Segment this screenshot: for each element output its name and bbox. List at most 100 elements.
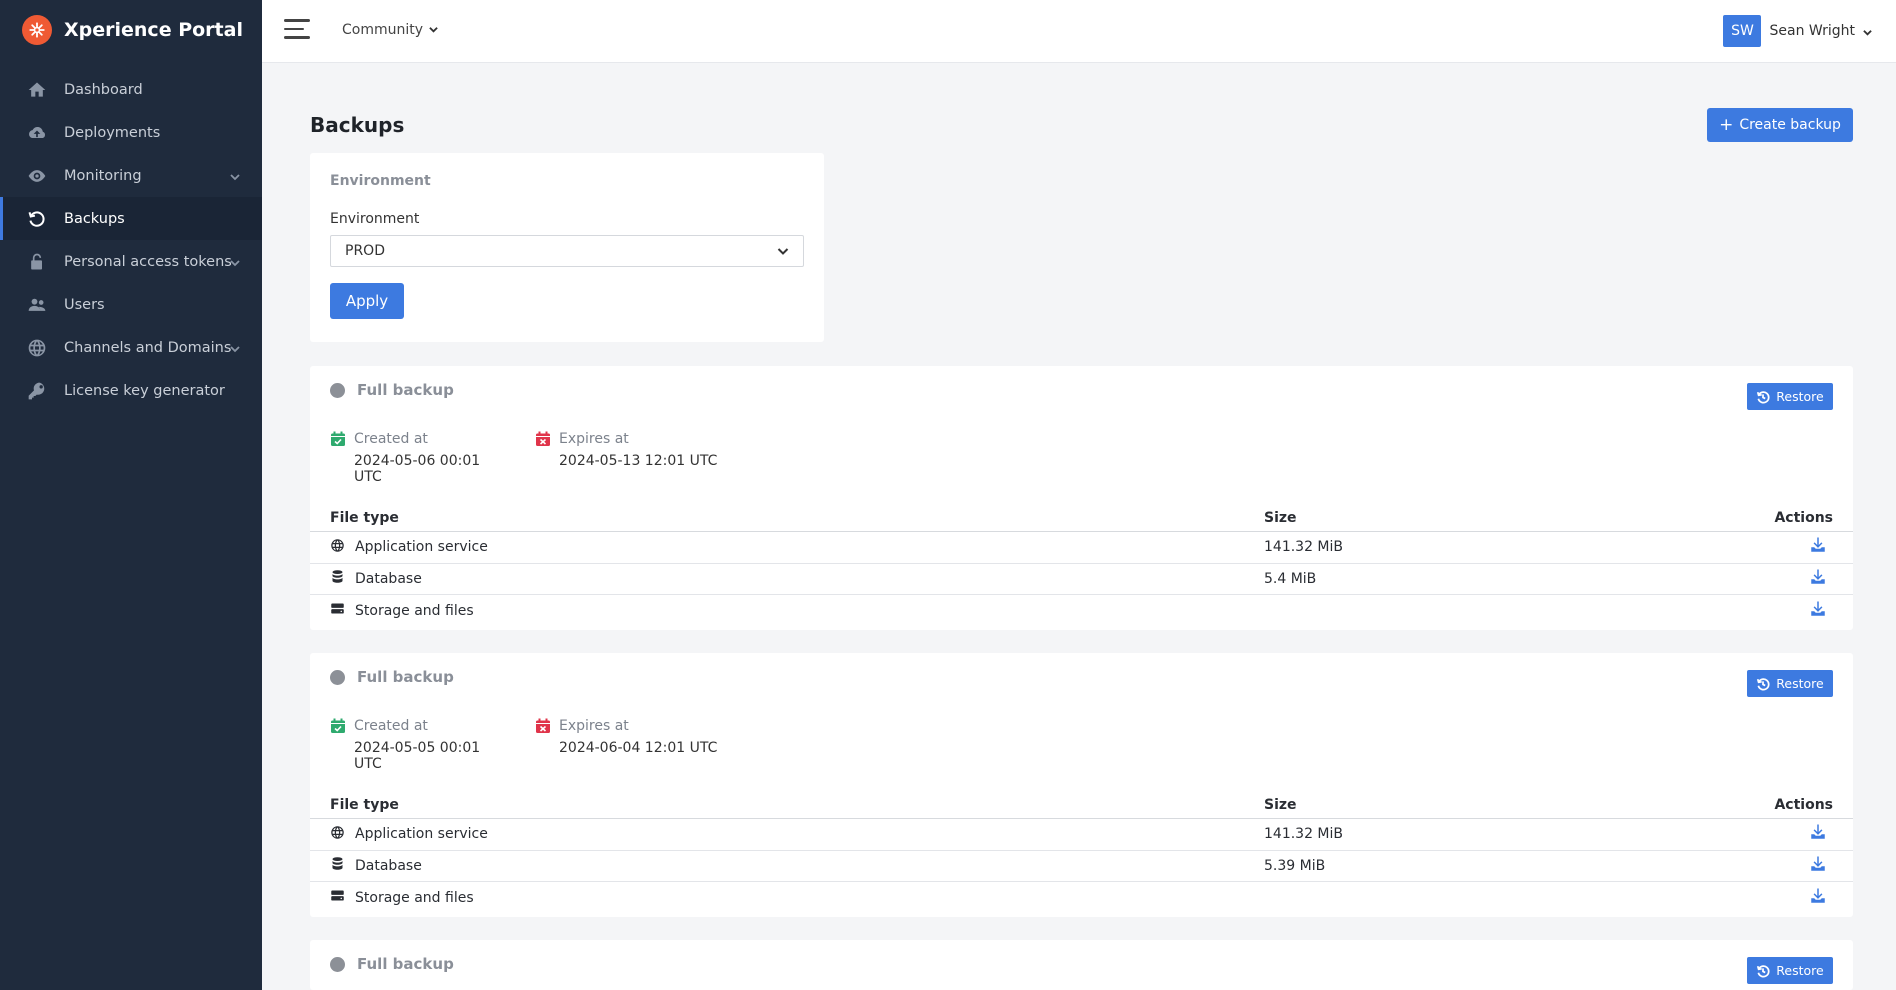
- file-type-label: Database: [355, 570, 422, 587]
- chevron-down-icon: [230, 170, 240, 181]
- brand[interactable]: Xperience Portal: [0, 0, 262, 60]
- column-actions: Actions: [1774, 509, 1833, 526]
- backup-dates: Created at 2024-05-06 00:01 UTC Expires …: [330, 431, 717, 485]
- sidebar-item-users[interactable]: Users: [0, 283, 262, 326]
- sidebar: Xperience Portal Dashboard Deployments M…: [0, 0, 262, 990]
- files-table: File type Size Actions Application servi…: [310, 791, 1853, 914]
- home-icon: [26, 79, 48, 101]
- restore-label: Restore: [1776, 676, 1824, 691]
- create-backup-label: Create backup: [1739, 117, 1841, 133]
- status-dot-icon: [330, 956, 345, 972]
- avatar: SW: [1723, 15, 1762, 47]
- user-menu[interactable]: SW Sean Wright: [1723, 15, 1872, 47]
- calendar-check-icon: [330, 431, 346, 485]
- chevron-down-icon: [777, 248, 789, 255]
- actions-cell: [1753, 855, 1833, 877]
- expires-value: 2024-05-13 12:01 UTC: [559, 453, 718, 469]
- column-size: Size: [1264, 509, 1297, 526]
- calendar-times-icon: [535, 718, 551, 772]
- backup-header: Full backup: [330, 668, 454, 686]
- history-icon: [1757, 677, 1770, 690]
- backup-title: Full backup: [357, 955, 454, 973]
- column-file-type: File type: [330, 509, 399, 526]
- users-icon: [26, 294, 48, 316]
- restore-button[interactable]: Restore: [1747, 957, 1833, 984]
- create-backup-button[interactable]: + Create backup: [1707, 108, 1853, 142]
- download-icon[interactable]: [1809, 536, 1833, 558]
- menu-toggle-icon[interactable]: [284, 19, 310, 41]
- hdd-icon: [330, 888, 345, 907]
- hdd-icon: [330, 601, 345, 620]
- files-table: File type Size Actions Application servi…: [310, 504, 1853, 627]
- column-size: Size: [1264, 796, 1297, 813]
- table-row: Storage and files: [310, 882, 1853, 914]
- restore-button[interactable]: Restore: [1747, 383, 1833, 410]
- backup-card: Full backup Restore: [310, 940, 1853, 990]
- file-type-label: Application service: [355, 826, 488, 843]
- created-value: 2024-05-05 00:01 UTC: [354, 740, 481, 772]
- expires-at: Expires at 2024-06-04 12:01 UTC: [535, 718, 717, 772]
- sidebar-item-label: Backups: [64, 210, 125, 227]
- sidebar-item-monitoring[interactable]: Monitoring: [0, 154, 262, 197]
- chevron-down-icon: [429, 22, 438, 38]
- restore-button[interactable]: Restore: [1747, 670, 1833, 697]
- file-type-cell: Application service: [330, 538, 1264, 557]
- backup-card: Full backup Restore Created at 2024-05-0…: [310, 653, 1853, 917]
- sidebar-item-deployments[interactable]: Deployments: [0, 111, 262, 154]
- download-icon[interactable]: [1809, 887, 1833, 909]
- sidebar-item-channels-and-domains[interactable]: Channels and Domains: [0, 326, 262, 369]
- calendar-check-icon: [330, 718, 346, 772]
- file-type-cell: Database: [330, 569, 1264, 588]
- sidebar-item-license-key-generator[interactable]: License key generator: [0, 369, 262, 412]
- actions-cell: [1753, 887, 1833, 909]
- table-row: Application service 141.32 MiB: [310, 819, 1853, 851]
- environment-select[interactable]: PROD: [330, 235, 804, 267]
- project-selector[interactable]: Community: [342, 22, 438, 38]
- column-actions: Actions: [1774, 796, 1833, 813]
- apply-button[interactable]: Apply: [330, 283, 404, 319]
- top-bar: Community SW Sean Wright: [262, 0, 1896, 63]
- actions-cell: [1753, 536, 1833, 558]
- sidebar-item-label: Dashboard: [64, 81, 143, 98]
- download-icon[interactable]: [1809, 855, 1833, 877]
- brand-title: Xperience Portal: [64, 19, 243, 41]
- created-label: Created at: [354, 431, 428, 447]
- history-icon: [1757, 964, 1770, 977]
- download-icon[interactable]: [1809, 600, 1833, 622]
- key-icon: [26, 380, 48, 402]
- actions-cell: [1753, 600, 1833, 622]
- file-type-cell: Database: [330, 856, 1264, 875]
- actions-cell: [1753, 568, 1833, 590]
- restore-label: Restore: [1776, 963, 1824, 978]
- filter-heading: Environment: [330, 173, 431, 189]
- file-type-cell: Storage and files: [330, 888, 1264, 907]
- file-type-label: Database: [355, 857, 422, 874]
- sidebar-item-label: Users: [64, 296, 105, 313]
- sidebar-item-label: Personal access tokens: [64, 253, 232, 270]
- file-size: 141.32 MiB: [1264, 539, 1344, 556]
- environment-filter-card: Environment Environment PROD Apply: [310, 153, 824, 342]
- sidebar-item-label: Channels and Domains: [64, 339, 232, 356]
- sidebar-item-personal-access-tokens[interactable]: Personal access tokens: [0, 240, 262, 283]
- sidebar-item-label: License key generator: [64, 382, 225, 399]
- backup-title: Full backup: [357, 381, 454, 399]
- download-icon[interactable]: [1809, 823, 1833, 845]
- column-file-type: File type: [330, 796, 399, 813]
- user-name: Sean Wright: [1769, 23, 1855, 39]
- download-icon[interactable]: [1809, 568, 1833, 590]
- eye-icon: [26, 165, 48, 187]
- backup-dates: Created at 2024-05-05 00:01 UTC Expires …: [330, 718, 717, 772]
- sidebar-item-backups[interactable]: Backups: [0, 197, 262, 240]
- file-type-cell: Storage and files: [330, 601, 1264, 620]
- plus-icon: +: [1719, 114, 1734, 135]
- database-icon: [330, 569, 345, 588]
- created-at: Created at 2024-05-05 00:01 UTC: [330, 718, 511, 772]
- expires-value: 2024-06-04 12:01 UTC: [559, 740, 718, 756]
- environment-field-label: Environment: [330, 211, 420, 227]
- table-header: File type Size Actions: [310, 504, 1853, 532]
- status-dot-icon: [330, 669, 345, 685]
- database-icon: [330, 856, 345, 875]
- sidebar-item-dashboard[interactable]: Dashboard: [0, 68, 262, 111]
- chevron-down-icon: [230, 256, 240, 267]
- backup-card: Full backup Restore Created at 2024-05-0…: [310, 366, 1853, 630]
